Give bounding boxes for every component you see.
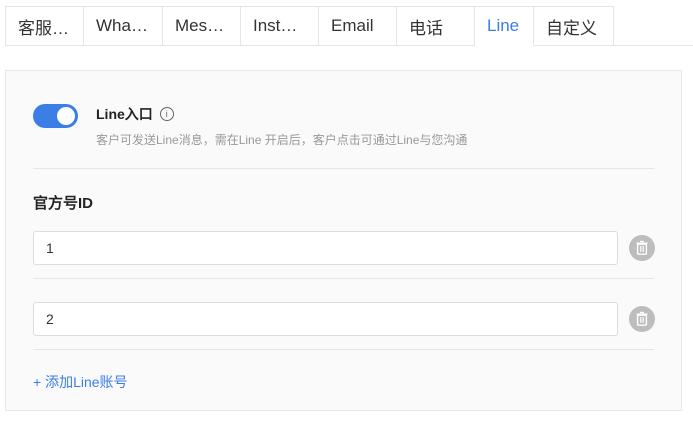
- line-entry-heading: Line入口 i: [96, 104, 174, 124]
- info-icon[interactable]: i: [159, 107, 174, 121]
- tab-instagram[interactable]: Inst…: [241, 7, 319, 46]
- tab-phone[interactable]: 电话: [397, 7, 475, 46]
- official-id-input-2[interactable]: [33, 302, 618, 336]
- tabs-baseline: [614, 45, 693, 46]
- trash-icon: [629, 235, 655, 261]
- tab-customer-service[interactable]: 客服…: [6, 7, 84, 46]
- official-id-title: 官方号ID: [33, 195, 94, 212]
- line-entry-title: Line入口: [96, 106, 153, 122]
- delete-official-id-1-button[interactable]: [629, 235, 655, 261]
- line-entry-description: 客户可发送Line消息，需在Line 开启后，客户点击可通过Line与您沟通: [96, 133, 468, 147]
- toggle-knob: [57, 107, 75, 125]
- delete-official-id-2-button[interactable]: [629, 306, 655, 332]
- trash-icon: [629, 306, 655, 332]
- add-line-account-link[interactable]: + 添加Line账号: [33, 372, 128, 392]
- tab-whatsapp[interactable]: Wha…: [84, 7, 163, 46]
- divider: [33, 278, 654, 279]
- tab-messenger[interactable]: Mes…: [163, 7, 241, 46]
- line-entry-toggle[interactable]: [33, 104, 78, 128]
- tab-email[interactable]: Email: [319, 7, 397, 46]
- line-settings-panel: Line入口 i 客户可发送Line消息，需在Line 开启后，客户点击可通过L…: [5, 70, 682, 411]
- channel-tabs: 客服… Wha… Mes… Inst… Email 电话 Line 自定义: [5, 6, 614, 46]
- tab-custom[interactable]: 自定义: [534, 7, 614, 46]
- official-id-input-1[interactable]: [33, 231, 618, 265]
- divider: [33, 168, 654, 169]
- divider: [33, 349, 654, 350]
- tab-line[interactable]: Line: [475, 7, 534, 46]
